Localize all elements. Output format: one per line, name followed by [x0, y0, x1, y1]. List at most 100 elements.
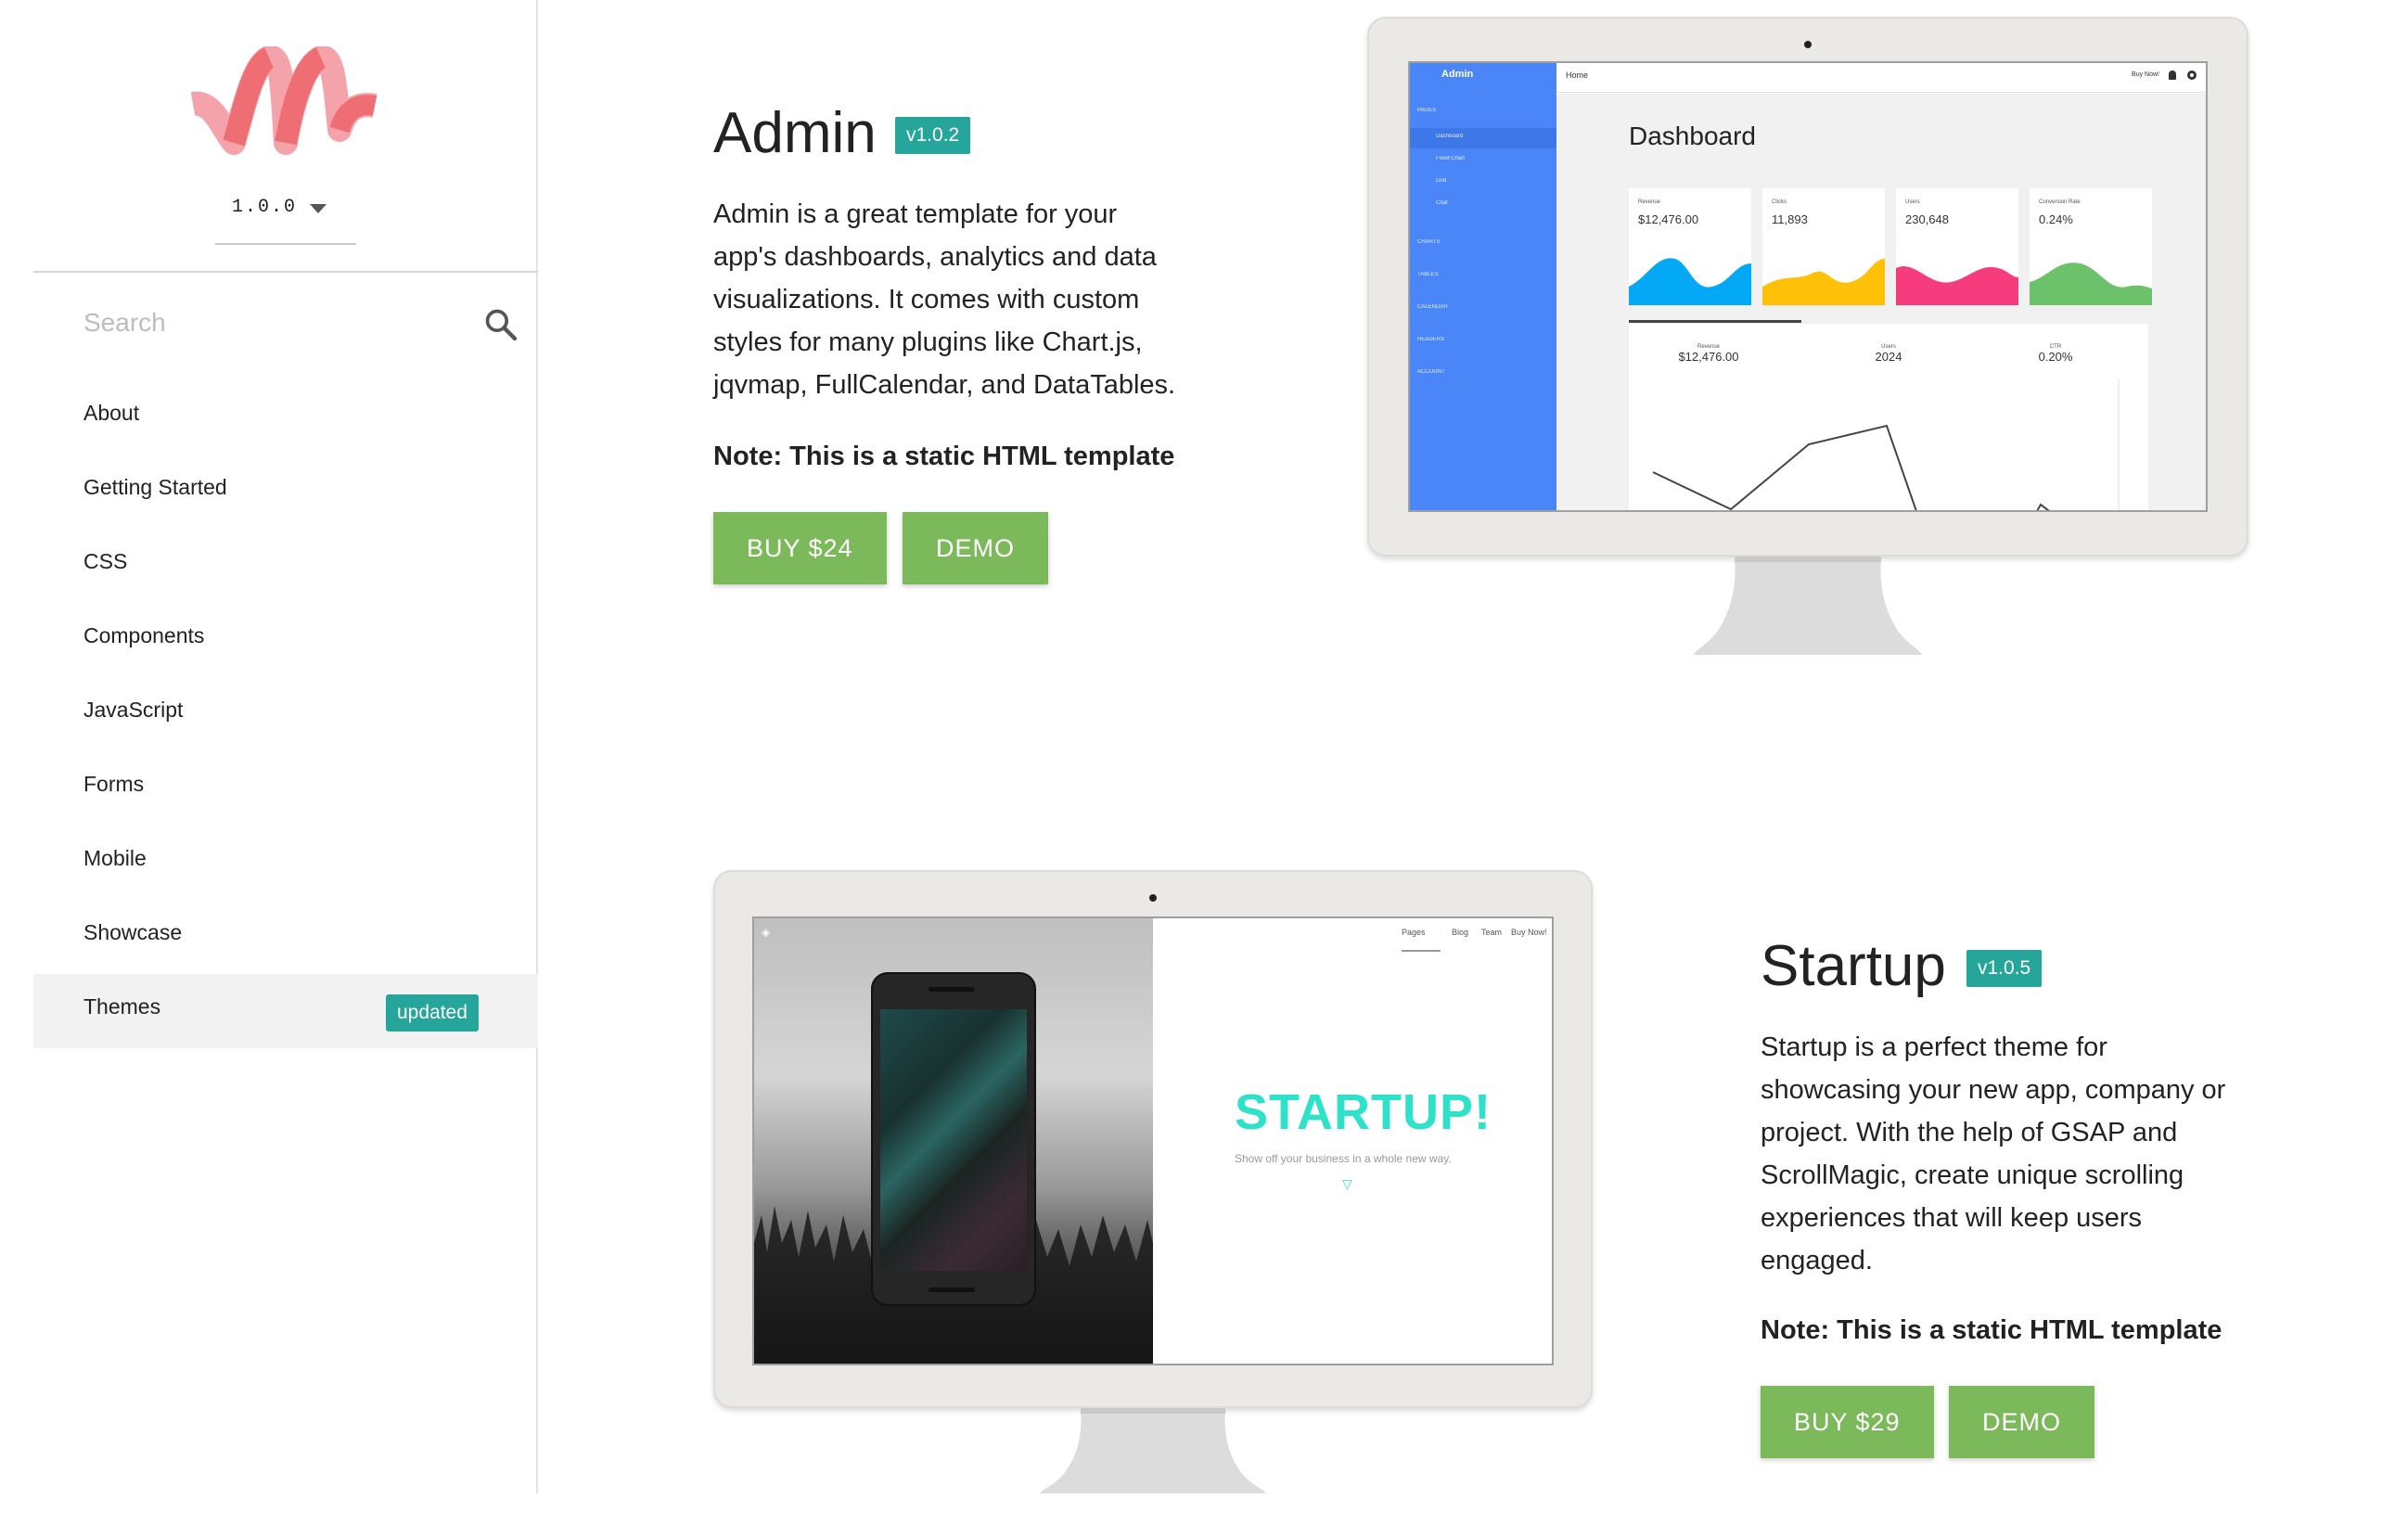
- card-wave: [2030, 263, 2152, 305]
- startup-buy-button[interactable]: BUY $29: [1761, 1386, 1934, 1458]
- sidebar-item-css[interactable]: CSS: [33, 529, 538, 603]
- admin-version-badge: v1.0.2: [895, 117, 971, 154]
- admin-preview-buy: Buy Now!: [2132, 71, 2159, 78]
- sidebar-item-components[interactable]: Components: [33, 603, 538, 677]
- startup-preview-nav-item: Team: [1481, 928, 1503, 937]
- chevron-down-icon: ▽: [1342, 1176, 1352, 1191]
- admin-preview-active-link: [1410, 128, 1556, 148]
- updated-badge: updated: [386, 994, 479, 1032]
- startup-description-line: ScrollMagic, create unique scrolling: [1761, 1160, 2184, 1190]
- startup-preview-forest: ◈: [754, 918, 1153, 1364]
- card-title: Users: [1905, 199, 1920, 205]
- gear-icon: [2187, 70, 2197, 80]
- search-field[interactable]: Search: [33, 289, 538, 360]
- startup-description-line: project. With the help of GSAP and: [1761, 1118, 2178, 1147]
- monitor-stand: [1694, 557, 1922, 655]
- admin-description-line: app's dashboards, analytics and data: [713, 242, 1157, 272]
- startup-preview-screen: ◈ Pages Blog Team Buy Now! STARTUP! Show…: [752, 916, 1554, 1365]
- phone-speaker: [929, 987, 975, 992]
- version-value: 1.0.0: [232, 197, 298, 218]
- sidebar-item-label: Getting Started: [83, 475, 227, 499]
- admin-description-line: Admin is a great template for your: [713, 199, 1118, 229]
- admin-description-line: styles for many plugins like Chart.js,: [713, 327, 1143, 357]
- admin-preview-link: Dashboard: [1436, 134, 1464, 139]
- sidebar-item-about[interactable]: About: [33, 380, 538, 455]
- camera-dot: [1149, 894, 1157, 902]
- startup-description-line: Startup is a perfect theme for: [1761, 1032, 2107, 1062]
- admin-preview-link: Fixed Chart: [1436, 156, 1466, 161]
- nav-underline: [1402, 950, 1441, 952]
- sidebar-item-forms[interactable]: Forms: [33, 751, 538, 826]
- startup-description-line: showcasing your new app, company or: [1761, 1075, 2226, 1105]
- sidebar-item-getting-started[interactable]: Getting Started: [33, 455, 538, 529]
- admin-description: Admin is a great template for your app's…: [713, 193, 1233, 406]
- sidebar-item-showcase[interactable]: Showcase: [33, 900, 538, 974]
- phone-mockup: [871, 972, 1036, 1306]
- sidebar-item-label: JavaScript: [83, 698, 184, 722]
- admin-preview-card: Conversion Rate 0.24%: [2030, 188, 2152, 305]
- admin-preview-stat: Revenue $12,476.00: [1662, 344, 1755, 364]
- admin-preview-link: Chat: [1436, 200, 1448, 206]
- admin-buy-button[interactable]: BUY $24: [713, 512, 887, 584]
- card-title: Revenue: [1638, 199, 1661, 205]
- sidebar-item-javascript[interactable]: JavaScript: [33, 677, 538, 751]
- phone-screen: [880, 1009, 1027, 1271]
- sidebar-item-label: Themes: [83, 994, 161, 1019]
- sidebar: 1.0.0 Search About Getting Started CSS C…: [0, 0, 538, 1493]
- card-wave: [1629, 258, 1751, 305]
- admin-preview-home: Home: [1566, 70, 1589, 80]
- startup-version-badge: v1.0.5: [1966, 950, 2043, 987]
- card-title: Conversion Rate: [2039, 199, 2081, 205]
- card-title: Clicks: [1772, 199, 1787, 205]
- card-wave: [1762, 259, 1885, 305]
- sidebar-item-label: Mobile: [83, 846, 147, 870]
- startup-demo-button[interactable]: DEMO: [1949, 1386, 2094, 1458]
- startup-preview-nav-item: Buy Now!: [1511, 928, 1547, 937]
- sidebar-divider: [33, 271, 538, 273]
- startup-preview-page: Pages Blog Team Buy Now! STARTUP! Show o…: [1153, 918, 1552, 1364]
- admin-preview-link: TABLES: [1417, 272, 1439, 277]
- search-icon[interactable]: [482, 306, 519, 343]
- startup-preview-nav-item: Blog: [1452, 928, 1469, 937]
- card-value: 230,648: [1905, 212, 1949, 226]
- sidebar-item-label: About: [83, 401, 140, 425]
- admin-preview-link: CALENDAR: [1417, 304, 1448, 310]
- startup-preview-headline: STARTUP!: [1235, 1084, 1492, 1140]
- version-select[interactable]: 1.0.0: [215, 186, 356, 245]
- admin-preview-stat: CTR 0.20%: [2009, 344, 2102, 364]
- stat-value: $12,476.00: [1678, 350, 1739, 364]
- card-value: $12,476.00: [1638, 212, 1699, 226]
- admin-title: Admin: [713, 101, 877, 165]
- startup-description-line: experiences that will keep users: [1761, 1203, 2143, 1233]
- stat-value: 0.20%: [2038, 350, 2073, 364]
- sidebar-item-label: Components: [83, 623, 205, 647]
- admin-preview-link: HEADERS: [1417, 337, 1445, 342]
- bell-icon: [2169, 70, 2176, 80]
- card-value: 11,893: [1772, 212, 1808, 226]
- startup-preview-nav-item: Pages: [1402, 928, 1426, 937]
- admin-description-line: jqvmap, FullCalendar, and DataTables.: [713, 370, 1176, 400]
- caret-down-icon: [310, 204, 327, 213]
- admin-preview-heading: Dashboard: [1629, 122, 1756, 150]
- admin-preview-monitor[interactable]: Admin PAGES Dashboard Fixed Chart Grid C…: [1367, 17, 2248, 657]
- admin-demo-button[interactable]: DEMO: [903, 512, 1048, 584]
- admin-preview-line-chart: [1652, 379, 2120, 510]
- materialize-logo[interactable]: [186, 46, 380, 158]
- sidebar-item-label: Forms: [83, 772, 145, 796]
- diamond-icon: ◈: [762, 926, 771, 939]
- startup-preview-monitor[interactable]: ◈ Pages Blog Team Buy Now! STARTUP! Show…: [713, 870, 1593, 1493]
- admin-preview-card: Clicks 11,893: [1762, 188, 1885, 305]
- admin-preview-card: Users 230,648: [1896, 188, 2018, 305]
- startup-note: Note: This is a static HTML template: [1761, 1315, 2222, 1345]
- sidebar-item-mobile[interactable]: Mobile: [33, 826, 538, 900]
- camera-dot: [1804, 41, 1812, 48]
- card-wave: [1896, 265, 2018, 305]
- tab-indicator: [1629, 320, 1801, 323]
- admin-preview-chart-panel: Revenue $12,476.00 Users 2024 CTR 0.20%: [1629, 320, 2148, 510]
- admin-preview-card: Revenue $12,476.00: [1629, 188, 1751, 305]
- sidebar-item-themes[interactable]: Themes updated: [33, 974, 538, 1048]
- sidebar-item-label: CSS: [83, 549, 128, 573]
- sidebar-nav: About Getting Started CSS Components Jav…: [33, 380, 538, 1048]
- search-input[interactable]: Search: [83, 308, 166, 338]
- startup-title: Startup: [1761, 934, 1946, 998]
